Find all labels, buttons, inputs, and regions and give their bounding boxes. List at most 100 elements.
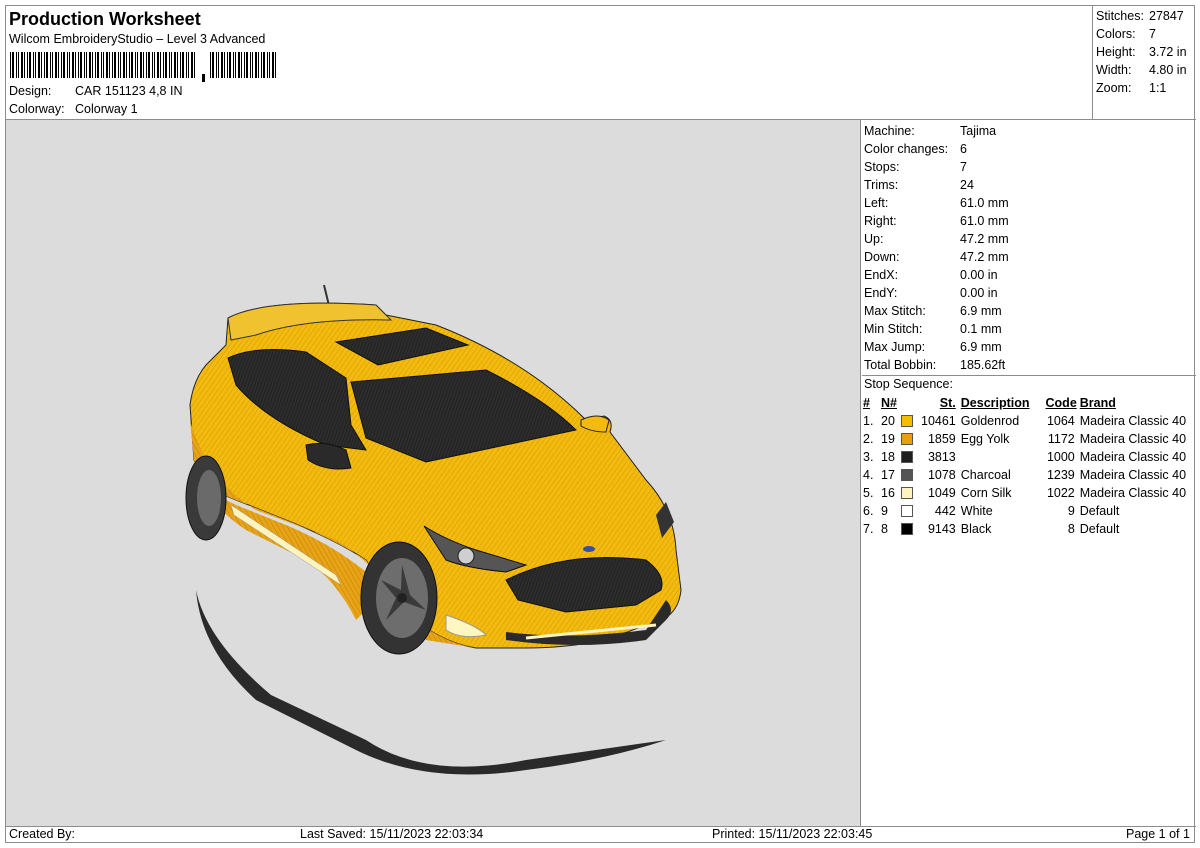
stop-sequence-row: 6. 9 442 White 9 Default <box>863 502 1188 520</box>
last-saved: Last Saved: 15/11/2023 22:03:34 <box>300 827 484 841</box>
row-needle: 9 <box>881 504 888 518</box>
row-stitches: 9143 <box>927 522 956 536</box>
row-description <box>961 448 1043 466</box>
row-description: Goldenrod <box>960 414 1020 428</box>
info-row-machine: Machine: Tajima <box>864 124 997 138</box>
row-brand: Madeira Classic 40 <box>1079 450 1187 464</box>
row-code: 1022 <box>1046 486 1075 500</box>
row-swatch <box>901 466 921 484</box>
row-index: 5. <box>863 486 874 500</box>
row-index: 7. <box>863 522 874 536</box>
stop-sequence-row: 5. 16 1049 Corn Silk 1022 Madeira Classic 40 <box>863 484 1188 502</box>
color-swatch <box>901 504 913 517</box>
row-description: Black <box>960 522 992 536</box>
row-index: 4. <box>863 468 874 482</box>
col-index: # <box>863 396 870 410</box>
row-needle: 17 <box>881 468 895 482</box>
row-stitches: 1859 <box>927 432 956 446</box>
printed-date: Printed: 15/11/2023 22:03:45 <box>712 827 873 841</box>
info-row-up: Up: 47.2 mm <box>864 232 1009 246</box>
design-preview <box>6 120 861 826</box>
design-meta: Design: CAR 151123 4,8 IN <box>9 84 182 98</box>
row-code: 1000 <box>1046 450 1075 464</box>
worksheet-frame: Production Worksheet Wilcom EmbroiderySt… <box>5 5 1196 843</box>
col-needle: N# <box>881 396 897 410</box>
row-code: 9 <box>1067 504 1075 518</box>
info-row-right: Right: 61.0 mm <box>864 214 1009 228</box>
stop-sequence-row: 3. 18 3813 1000 Madeira Classic 40 <box>863 448 1188 466</box>
stop-sequence-row: 1. 20 10461 Goldenrod 1064 Madeira Classic 40 <box>863 412 1188 430</box>
info-divider <box>862 375 1196 376</box>
stop-sequence-table: # N# St. Description Code Brand 1. 20 1046… <box>863 394 1188 538</box>
row-swatch <box>901 448 921 466</box>
row-brand: Default <box>1079 522 1120 536</box>
car-embroidery-image <box>185 284 682 775</box>
col-swatch <box>901 394 921 412</box>
info-row-max-stitch: Max Stitch: 6.9 mm <box>864 304 1002 318</box>
row-code: 1239 <box>1046 468 1075 482</box>
info-row-endx: EndX: 0.00 in <box>864 268 998 282</box>
row-brand: Madeira Classic 40 <box>1079 432 1187 446</box>
row-index: 6. <box>863 504 874 518</box>
col-code: Code <box>1045 396 1077 410</box>
row-brand: Madeira Classic 40 <box>1079 468 1187 482</box>
row-brand: Madeira Classic 40 <box>1079 486 1187 500</box>
stop-sequence-row: 4. 17 1078 Charcoal 1239 Madeira Classic 40 <box>863 466 1188 484</box>
row-code: 1064 <box>1046 414 1075 428</box>
row-stitches: 1049 <box>927 486 956 500</box>
software-subtitle: Wilcom EmbroideryStudio – Level 3 Advanc… <box>9 32 266 46</box>
info-row-color-changes: Color changes: 6 <box>864 142 967 156</box>
row-swatch <box>901 430 921 448</box>
row-needle: 16 <box>881 486 895 500</box>
colorway-label: Colorway: <box>9 102 65 116</box>
row-index: 1. <box>863 414 874 428</box>
row-code: 1172 <box>1047 432 1075 446</box>
summary-row: Colors: 7 <box>1096 27 1156 41</box>
stop-sequence-row: 7. 8 9143 Black 8 Default <box>863 520 1188 538</box>
info-row-min-stitch: Min Stitch: 0.1 mm <box>864 322 1002 336</box>
row-description: Corn Silk <box>960 486 1012 500</box>
row-code: 8 <box>1067 522 1075 536</box>
info-row-stops: Stops: 7 <box>864 160 967 174</box>
col-description: Description <box>960 396 1030 410</box>
info-row-total-bobbin: Total Bobbin: 185.62ft <box>864 358 1006 372</box>
col-brand: Brand <box>1079 396 1116 410</box>
summary-row: Stitches: 27847 <box>1096 9 1184 23</box>
row-stitches: 3813 <box>927 450 956 464</box>
row-stitches: 10461 <box>921 414 956 428</box>
row-brand: Default <box>1079 504 1120 518</box>
stop-sequence-header: # N# St. Description Code Brand <box>863 394 1188 412</box>
col-stitches: St. <box>939 396 956 410</box>
summary-row: Zoom: 1:1 <box>1096 81 1167 95</box>
row-needle: 20 <box>881 414 895 428</box>
row-stitches: 442 <box>934 504 956 518</box>
row-swatch <box>901 412 921 430</box>
row-swatch <box>901 520 921 538</box>
stop-sequence-row: 2. 19 1859 Egg Yolk 1172 Madeira Classic 40 <box>863 430 1188 448</box>
row-needle: 18 <box>881 450 895 464</box>
color-swatch <box>901 486 913 499</box>
colorway-value: Colorway 1 <box>75 102 138 116</box>
barcode-image <box>10 52 276 82</box>
colorway-meta: Colorway: Colorway 1 <box>9 102 138 116</box>
row-needle: 8 <box>881 522 888 536</box>
info-row-down: Down: 47.2 mm <box>864 250 1009 264</box>
row-description: Charcoal <box>960 468 1011 482</box>
row-stitches: 1078 <box>927 468 956 482</box>
machine-info-panel: Machine: Tajima Color changes: 6 Stops: 7 T… <box>862 120 1196 826</box>
color-swatch <box>901 432 913 445</box>
info-row-trims: Trims: 24 <box>864 178 974 192</box>
created-by: Created By: <box>9 827 76 841</box>
worksheet-header: Production Worksheet Wilcom EmbroiderySt… <box>6 6 1094 119</box>
summary-row: Width: 4.80 in <box>1096 63 1187 77</box>
info-row-endy: EndY: 0.00 in <box>864 286 998 300</box>
color-swatch <box>901 450 913 463</box>
summary-row: Height: 3.72 in <box>1096 45 1187 59</box>
row-description: White <box>960 504 993 518</box>
color-swatch <box>901 522 913 535</box>
page-title: Production Worksheet <box>9 9 201 29</box>
row-swatch <box>901 484 921 502</box>
row-brand: Madeira Classic 40 <box>1079 414 1187 428</box>
color-swatch <box>901 468 913 481</box>
row-index: 2. <box>863 432 874 446</box>
